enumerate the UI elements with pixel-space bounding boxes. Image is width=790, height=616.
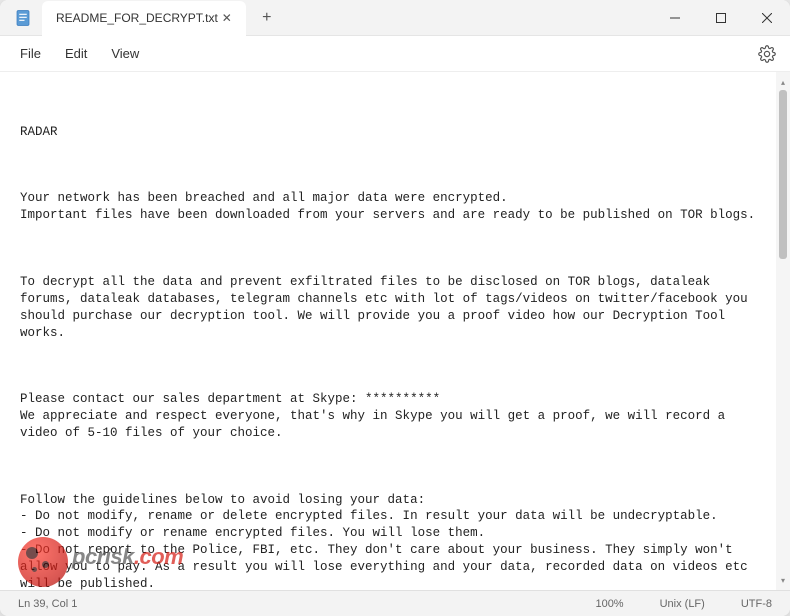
text-editor[interactable]: RADAR Your network has been breached and… — [0, 72, 776, 590]
doc-paragraph: Follow the guidelines below to avoid los… — [20, 492, 764, 591]
doc-paragraph: Your network has been breached and all m… — [20, 190, 764, 224]
document-tab[interactable]: README_FOR_DECRYPT.txt ✕ — [42, 1, 246, 36]
doc-paragraph: Please contact our sales department at S… — [20, 391, 764, 442]
menu-file[interactable]: File — [8, 40, 53, 67]
doc-heading: RADAR — [20, 124, 764, 141]
vertical-scrollbar[interactable]: ▴ ▾ — [776, 72, 790, 590]
settings-button[interactable] — [752, 39, 782, 69]
menubar: File Edit View — [0, 36, 790, 72]
encoding: UTF-8 — [735, 596, 778, 612]
minimize-button[interactable] — [652, 0, 698, 35]
tab-title: README_FOR_DECRYPT.txt — [56, 11, 218, 25]
zoom-level[interactable]: 100% — [589, 596, 629, 612]
scroll-down-icon[interactable]: ▾ — [777, 574, 789, 586]
scroll-thumb[interactable] — [779, 90, 787, 259]
scroll-track[interactable] — [776, 90, 790, 572]
window-controls — [652, 0, 790, 35]
notepad-window: README_FOR_DECRYPT.txt ✕ + File Edit Vie… — [0, 0, 790, 616]
editor-area: RADAR Your network has been breached and… — [0, 72, 790, 590]
menu-edit[interactable]: Edit — [53, 40, 99, 67]
gear-icon — [758, 45, 776, 63]
statusbar: Ln 39, Col 1 100% Unix (LF) UTF-8 — [0, 590, 790, 616]
maximize-button[interactable] — [698, 0, 744, 35]
close-button[interactable] — [744, 0, 790, 35]
new-tab-button[interactable]: + — [252, 3, 282, 33]
titlebar: README_FOR_DECRYPT.txt ✕ + — [0, 0, 790, 36]
doc-paragraph: To decrypt all the data and prevent exfi… — [20, 274, 764, 342]
notepad-app-icon — [12, 7, 34, 29]
line-ending: Unix (LF) — [654, 596, 711, 612]
scroll-up-icon[interactable]: ▴ — [777, 76, 789, 88]
cursor-position: Ln 39, Col 1 — [12, 596, 565, 612]
menu-view[interactable]: View — [99, 40, 151, 67]
tab-close-icon[interactable]: ✕ — [218, 9, 236, 27]
